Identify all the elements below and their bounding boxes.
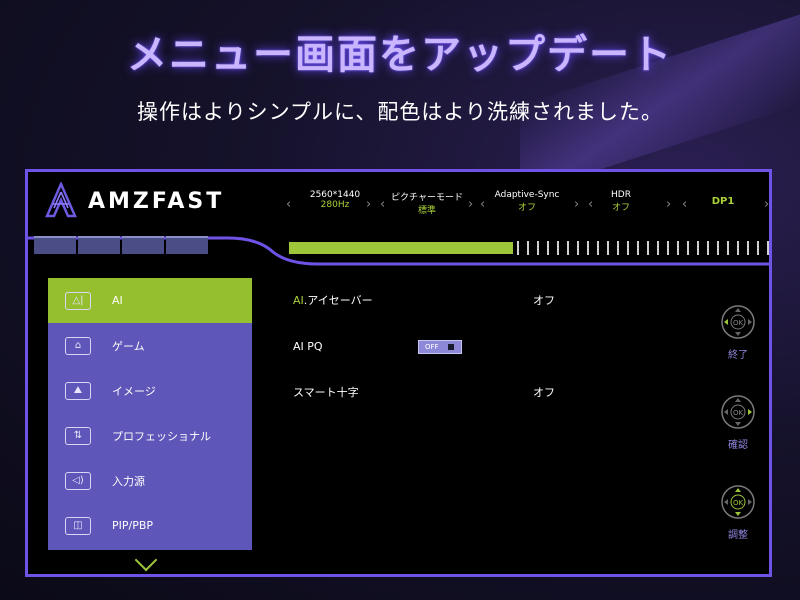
page-headline: メニュー画面をアップデート <box>127 32 673 78</box>
chevron-down-icon[interactable] <box>134 548 158 572</box>
setting-ai-eye-saver-value: オフ <box>533 294 555 307</box>
control-confirm-label: 確認 <box>728 440 748 451</box>
status-hdr-value: オフ <box>611 203 630 213</box>
brand-emblem-icon <box>45 182 77 218</box>
chevron-right-icon[interactable]: › <box>666 197 671 212</box>
setting-smart-crosshair[interactable]: スマート十字 <box>293 384 359 400</box>
joystick-ok-label: OK <box>733 319 744 327</box>
setting-label-prefix: AI <box>293 294 304 307</box>
menu-item-label: イメージ <box>112 384 156 398</box>
joystick-ok-label: OK <box>733 409 744 417</box>
setting-label: .アイセーバー <box>303 294 373 307</box>
joystick-ok-label: OK <box>733 499 744 507</box>
status-hdr: HDR オフ <box>576 190 666 213</box>
decorative-tab <box>78 236 120 254</box>
joystick-adjust-icon: OK <box>721 485 755 519</box>
menu-item-ai[interactable]: △| AI <box>48 278 252 323</box>
main-menu: △| AI ⌂ ゲーム ⛰ イメージ ⇅ プロフェッショナル ◁) 入力源 ◫ … <box>48 278 252 550</box>
joystick-exit-icon: OK <box>721 305 755 339</box>
toggle-knob <box>448 344 454 350</box>
decorative-tab <box>34 236 76 254</box>
status-picture-mode-label: ピクチャーモード <box>391 193 463 203</box>
status-hdr-label: HDR <box>611 190 631 200</box>
status-adaptive-sync: Adaptive-Sync オフ <box>482 190 572 213</box>
osd-panel: AMZFAST ‹ 2560*1440 280Hz › ‹ ピクチャーモード 標… <box>25 169 772 577</box>
progress-ticks <box>517 241 769 255</box>
setting-ai-eye-saver[interactable]: AI.アイセーバー <box>293 292 373 308</box>
menu-item-pip-pbp[interactable]: ◫ PIP/PBP <box>48 503 252 548</box>
menu-item-label: 入力源 <box>112 474 145 488</box>
control-confirm[interactable]: OK 確認 <box>718 394 758 451</box>
setting-smart-crosshair-value: オフ <box>533 386 555 399</box>
chevron-right-icon[interactable]: › <box>366 197 371 212</box>
brand-name: AMZFAST <box>88 188 225 214</box>
menu-item-label: PIP/PBP <box>112 519 154 532</box>
ai-pq-toggle[interactable]: OFF <box>418 340 462 354</box>
menu-item-label: ゲーム <box>112 339 145 353</box>
status-adaptive-sync-value: オフ <box>517 203 536 213</box>
menu-item-input-source[interactable]: ◁) 入力源 <box>48 458 252 503</box>
chevron-right-icon[interactable]: › <box>764 197 769 212</box>
joystick-confirm-icon: OK <box>721 395 755 429</box>
menu-item-professional[interactable]: ⇅ プロフェッショナル <box>48 413 252 458</box>
status-input: DP1 <box>678 196 768 207</box>
status-input-value: DP1 <box>711 196 735 207</box>
input-source-icon: ◁) <box>65 471 91 490</box>
control-exit[interactable]: OK 終了 <box>718 304 758 361</box>
pip-pbp-icon: ◫ <box>65 516 91 535</box>
menu-item-label: AI <box>112 294 123 307</box>
status-bar: ‹ 2560*1440 280Hz › ‹ ピクチャーモード 標準 › ‹ Ad… <box>286 190 769 224</box>
status-picture-mode: ピクチャーモード 標準 <box>382 190 472 216</box>
control-exit-label: 終了 <box>728 350 748 361</box>
setting-ai-pq[interactable]: AI PQ <box>293 340 323 353</box>
toggle-state-label: OFF <box>425 343 439 351</box>
professional-icon: ⇅ <box>65 426 91 445</box>
menu-item-image[interactable]: ⛰ イメージ <box>48 368 252 413</box>
control-adjust-label: 調整 <box>728 530 748 541</box>
menu-item-label: プロフェッショナル <box>112 429 211 443</box>
status-picture-mode-value: 標準 <box>417 206 436 216</box>
control-adjust[interactable]: OK 調整 <box>718 484 758 541</box>
brand-logo: AMZFAST <box>44 182 224 220</box>
ai-icon: △| <box>65 291 91 310</box>
gamepad-icon: ⌂ <box>65 336 91 355</box>
image-icon: ⛰ <box>65 381 91 400</box>
status-adaptive-sync-label: Adaptive-Sync <box>494 190 560 200</box>
menu-item-game[interactable]: ⌂ ゲーム <box>48 323 252 368</box>
chevron-right-icon[interactable]: › <box>468 197 473 212</box>
decorative-tab <box>122 236 164 254</box>
page-subheadline: 操作はよりシンプルに、配色はより洗練されました。 <box>137 100 663 124</box>
decorative-tab <box>166 236 208 254</box>
progress-fill <box>289 242 513 254</box>
